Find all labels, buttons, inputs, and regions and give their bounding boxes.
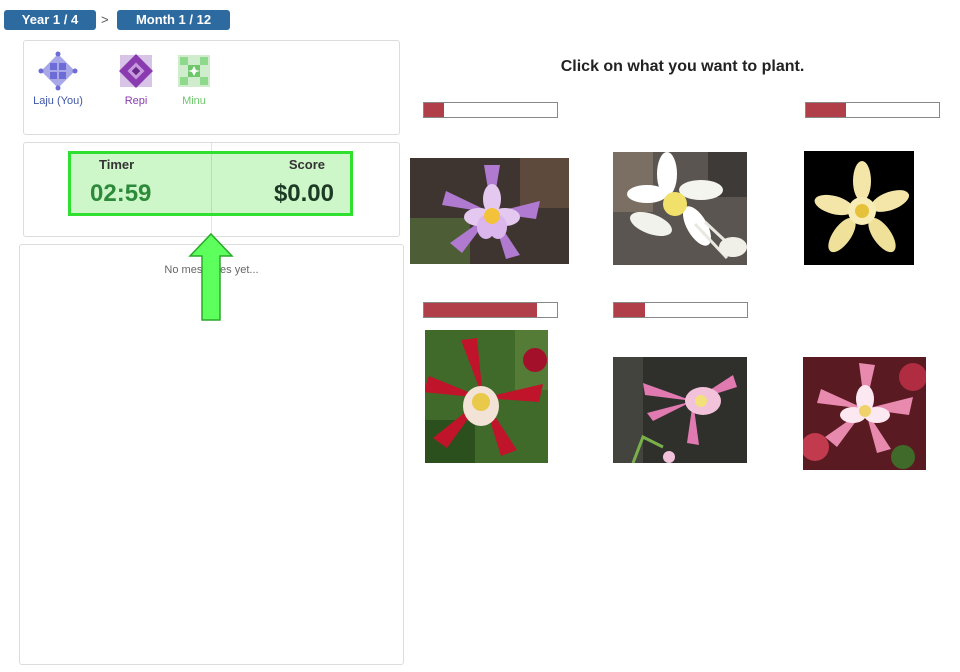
month-breadcrumb[interactable]: Month 1 / 12 <box>117 10 230 30</box>
player-minu[interactable]: Minu <box>164 51 224 107</box>
player-laju[interactable]: Laju (You) <box>28 51 88 107</box>
repi-avatar-icon <box>119 54 153 88</box>
score-value: $0.00 <box>273 180 334 207</box>
plant-option-red-columbine[interactable] <box>425 330 548 463</box>
players-panel: Laju (You) Repi Minu <box>23 40 400 135</box>
plant-option-pink-columbine[interactable] <box>613 357 747 463</box>
timer-label: Timer <box>99 157 135 172</box>
player-name: Minu <box>182 95 206 107</box>
laju-avatar-icon <box>38 51 78 91</box>
progress-fill <box>424 103 444 117</box>
purple-columbine-flower-icon <box>410 158 569 264</box>
player-name: Laju (You) <box>33 95 83 107</box>
player-repi[interactable]: Repi <box>106 51 166 107</box>
timer-score-highlight: Timer 02:59 Score $0.00 <box>68 151 353 216</box>
plant-option-pink-white-columbine[interactable] <box>803 357 926 470</box>
breadcrumb-chevron-icon: > <box>101 12 109 27</box>
plant-progress-bar <box>423 302 558 318</box>
pink-columbine-flower-icon <box>613 357 747 463</box>
plant-progress-bar <box>423 102 558 118</box>
minu-avatar-icon <box>178 55 210 87</box>
player-name: Repi <box>124 95 148 107</box>
up-arrow-icon <box>188 232 234 321</box>
year-breadcrumb[interactable]: Year 1 / 4 <box>4 10 96 30</box>
plant-progress-bar <box>613 302 748 318</box>
yellow-columbine-flower-icon <box>804 151 914 265</box>
pink-white-columbine-flower-icon <box>803 357 926 470</box>
progress-fill <box>806 103 846 117</box>
instruction-heading: Click on what you want to plant. <box>560 58 805 75</box>
plant-option-purple-columbine[interactable] <box>410 158 569 264</box>
stats-divider <box>211 154 212 213</box>
red-columbine-flower-icon <box>425 330 548 463</box>
white-columbine-flower-icon <box>613 152 747 265</box>
plant-option-white-columbine[interactable] <box>613 152 747 265</box>
plant-option-yellow-columbine[interactable] <box>804 151 914 265</box>
progress-fill <box>424 303 538 317</box>
timer-value: 02:59 <box>90 180 152 207</box>
score-label: Score <box>288 157 325 172</box>
plant-progress-bar <box>805 102 940 118</box>
progress-fill <box>614 303 645 317</box>
